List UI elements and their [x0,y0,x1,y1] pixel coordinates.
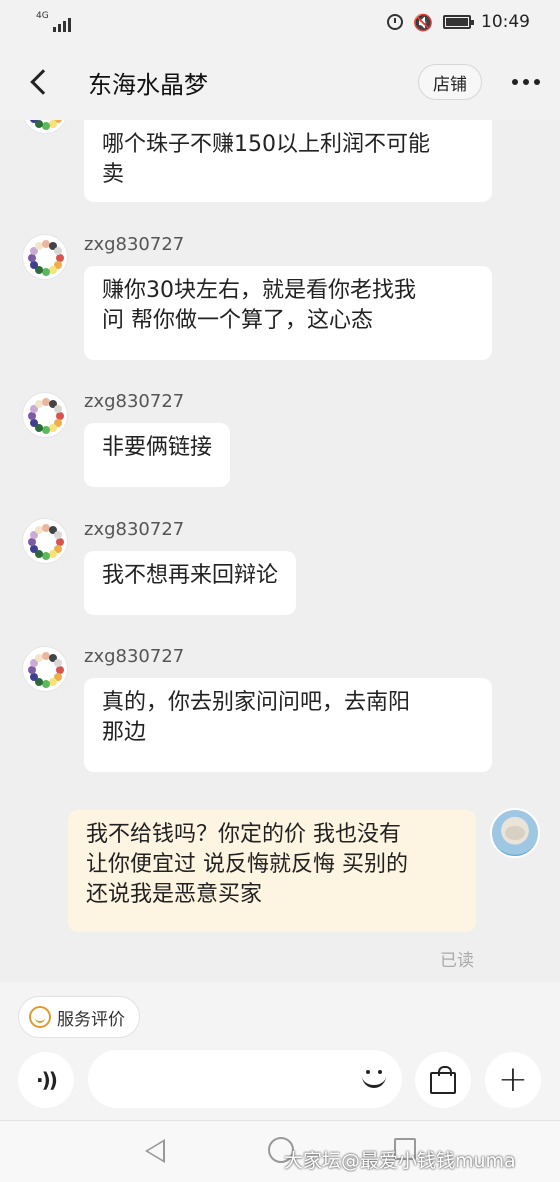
chat-area[interactable]: 哪个珠子不赚150以上利润不可能 卖 zxg830727 赚你30块左右，就是看… [0,120,560,982]
battery-icon [443,15,474,29]
shop-button[interactable]: 店铺 [418,64,482,100]
read-status: 已读 [440,951,474,971]
input-area: 服务评价 ·)) + [0,982,560,1120]
message-bubble: 我不想再来回辩论 [84,551,297,615]
voice-icon: ·)) [36,1068,58,1092]
message-bubble: 非要俩链接 [84,423,231,487]
avatar[interactable] [22,646,68,692]
product-button[interactable] [415,1052,471,1108]
network-type: 4G [36,11,49,21]
more-actions-button[interactable]: + [485,1052,541,1108]
message-bubble: 赚你30块左右，就是看你老找我 问 帮你做一个算了，这心态 [84,266,492,360]
my-message-bubble: 我不给钱吗？你定的价 我也没有 让你便宜过 说反悔就反悔 买别的 还说我是恶意买… [68,810,476,932]
bag-icon [430,1066,456,1094]
signal-icon: 4G [36,12,71,32]
message-bubble: 哪个珠子不赚150以上利润不可能 卖 [84,120,492,202]
avatar[interactable] [22,234,68,280]
watermark: 大家坛@最爱小钱钱muma [284,1150,516,1172]
emoji-icon[interactable] [358,1062,390,1094]
sender-name: zxg830727 [84,646,185,667]
plus-icon: + [497,1059,529,1100]
more-icon[interactable] [512,79,540,85]
my-avatar[interactable] [490,808,540,858]
service-rating-button[interactable]: 服务评价 [18,996,140,1038]
sender-name: zxg830727 [84,391,185,412]
sender-name: zxg830727 [84,234,185,255]
avatar[interactable] [22,518,68,564]
message-bubble: 真的，你去别家问问吧，去南阳 那边 [84,678,492,772]
sender-name: zxg830727 [84,519,185,540]
service-rating-label: 服务评价 [57,1009,125,1030]
clock: 10:49 [481,12,530,32]
mute-icon: 🔇 [413,12,433,32]
status-bar: 4G 🔇 10:49 [0,0,560,44]
avatar[interactable] [22,392,68,438]
chat-header: 东海水晶梦 店铺 [0,44,560,120]
back-icon[interactable] [30,69,56,95]
smile-icon [29,1006,51,1028]
alarm-icon [387,14,404,30]
avatar[interactable] [22,120,68,134]
page-title: 东海水晶梦 [88,70,208,99]
message-input[interactable] [88,1050,402,1108]
voice-button[interactable]: ·)) [18,1052,74,1108]
nav-back-icon[interactable] [145,1139,165,1163]
